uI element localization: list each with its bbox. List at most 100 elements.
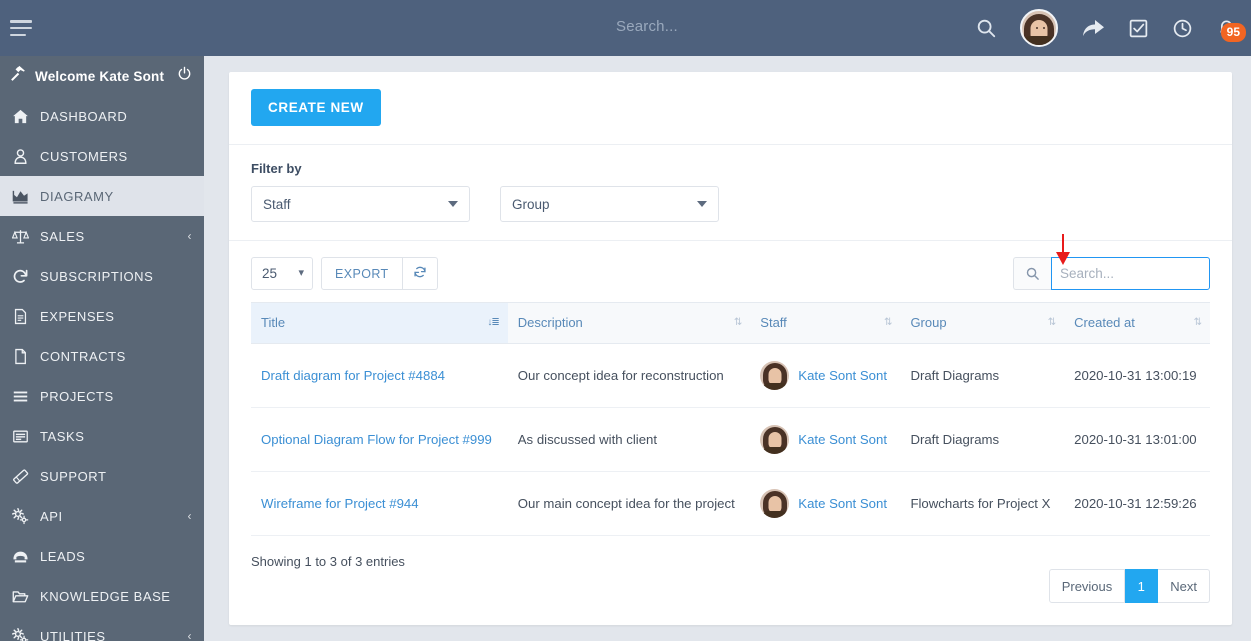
export-button-group: EXPORT: [321, 257, 438, 290]
chevron-left-icon: ‹: [187, 509, 192, 523]
table-body: Draft diagram for Project #4884 Our conce…: [251, 343, 1210, 536]
staff-filter-value: Staff: [263, 196, 291, 212]
diagram-title-link[interactable]: Optional Diagram Flow for Project #999: [261, 432, 492, 447]
table-search-input[interactable]: [1051, 257, 1210, 290]
sidebar-item-sales[interactable]: SALES ‹: [0, 216, 204, 256]
chevron-left-icon: ‹: [187, 629, 192, 641]
sidebar-item-subscriptions[interactable]: SUBSCRIPTIONS: [0, 256, 204, 296]
refresh-button[interactable]: [402, 257, 438, 290]
refresh-icon: [413, 265, 427, 282]
table-row: Draft diagram for Project #4884 Our conce…: [251, 343, 1210, 408]
chevron-down-icon: [697, 201, 707, 207]
sidebar-item-tasks[interactable]: TASKS: [0, 416, 204, 456]
staff-name-link[interactable]: Kate Sont Sont: [798, 368, 887, 383]
cell-description: Our main concept idea for the project: [507, 471, 751, 536]
sidebar-item-projects[interactable]: PROJECTS: [0, 376, 204, 416]
table-header-group[interactable]: Group ⇅: [900, 302, 1065, 344]
chevron-left-icon: ‹: [187, 229, 192, 243]
tasks-checkbox-icon[interactable]: [1128, 18, 1149, 39]
power-icon[interactable]: [177, 66, 192, 86]
cell-created-at: 2020-10-31 12:59:26: [1064, 471, 1210, 536]
sidebar-item-label: CONTRACTS: [40, 348, 126, 364]
sidebar-item-leads[interactable]: LEADS: [0, 536, 204, 576]
file-lines-icon: [9, 308, 31, 325]
sidebar-items-list: DASHBOARD CUSTOMERS DIAGRAMY SALES ‹ SUBSCRIP…: [0, 96, 204, 641]
cell-group: Draft Diagrams: [900, 407, 1065, 472]
group-filter-value: Group: [512, 196, 550, 212]
pagination-page-1[interactable]: 1: [1125, 569, 1159, 603]
sidebar-item-label: TASKS: [40, 428, 85, 444]
sidebar-item-contracts[interactable]: CONTRACTS: [0, 336, 204, 376]
table-header-staff[interactable]: Staff ⇅: [750, 302, 901, 344]
content-card: CREATE NEW Filter by Staff Group 25 ▾ EX…: [229, 72, 1232, 625]
annotation-arrow: [1056, 234, 1070, 265]
cell-created-at: 2020-10-31 13:01:00: [1064, 407, 1210, 472]
page-length-value: 25: [262, 266, 278, 281]
export-button[interactable]: EXPORT: [321, 257, 403, 290]
list-icon: [9, 428, 31, 445]
sidebar-item-label: DIAGRAMY: [40, 188, 114, 204]
table-search-group: [1013, 257, 1210, 290]
staff-filter-select[interactable]: Staff: [251, 186, 470, 222]
table-row: Optional Diagram Flow for Project #999 As…: [251, 407, 1210, 472]
staff-name-link[interactable]: Kate Sont Sont: [798, 496, 887, 511]
staff-name-link[interactable]: Kate Sont Sont: [798, 432, 887, 447]
notifications-bell[interactable]: 95: [1216, 17, 1246, 42]
search-icon[interactable]: [1013, 257, 1051, 290]
sidebar-item-label: DASHBOARD: [40, 108, 128, 124]
filter-controls-row: Staff Group: [251, 186, 1210, 222]
table-header-title[interactable]: Title ↓≣: [251, 302, 508, 344]
table-header-label: Created at: [1074, 315, 1135, 330]
cell-staff: Kate Sont Sont: [750, 471, 901, 536]
sidebar-item-label: UTILITIES: [40, 628, 106, 641]
sidebar-item-diagramy[interactable]: DIAGRAMY: [0, 176, 204, 216]
table-header-description[interactable]: Description ⇅: [507, 302, 751, 344]
sidebar-item-expenses[interactable]: EXPENSES: [0, 296, 204, 336]
sidebar-item-utilities[interactable]: UTILITIES ‹: [0, 616, 204, 641]
bars-icon: [9, 388, 31, 405]
sidebar-nav: Welcome Kate Sont DASHBOARD CUSTOMERS DIAG…: [0, 56, 204, 641]
filter-section: Filter by Staff Group: [229, 145, 1232, 241]
table-header-created-at[interactable]: Created at ⇅: [1064, 302, 1210, 344]
diagrams-table: Title ↓≣ Description ⇅ Staff ⇅ Group ⇅ Created a…: [251, 302, 1210, 536]
staff-avatar: [760, 425, 790, 454]
cell-title: Wireframe for Project #944: [251, 471, 508, 536]
card-header: CREATE NEW: [229, 72, 1232, 145]
create-new-button[interactable]: CREATE NEW: [251, 89, 381, 126]
page-length-select[interactable]: 25 ▾: [251, 257, 313, 290]
search-icon[interactable]: [975, 17, 997, 39]
sidebar-item-customers[interactable]: CUSTOMERS: [0, 136, 204, 176]
sidebar-item-support[interactable]: SUPPORT: [0, 456, 204, 496]
diagram-title-link[interactable]: Draft diagram for Project #4884: [261, 368, 445, 383]
pagination-next[interactable]: Next: [1158, 569, 1210, 603]
sort-indicator-icon: ↓≣: [487, 317, 499, 328]
hammer-icon: [9, 65, 26, 87]
cell-group: Draft Diagrams: [900, 343, 1065, 408]
gears-icon: [9, 507, 31, 525]
sidebar-item-label: SUPPORT: [40, 468, 107, 484]
share-icon[interactable]: [1081, 18, 1105, 38]
chevron-down-icon: ▾: [298, 267, 304, 279]
clock-icon[interactable]: [1172, 18, 1193, 39]
group-filter-select[interactable]: Group: [500, 186, 719, 222]
sidebar-item-label: EXPENSES: [40, 308, 115, 324]
diagram-title-link[interactable]: Wireframe for Project #944: [261, 496, 419, 511]
cell-staff: Kate Sont Sont: [750, 407, 901, 472]
sidebar-item-knowledge-base[interactable]: KNOWLEDGE BASE: [0, 576, 204, 616]
notification-count-badge: 95: [1220, 23, 1246, 42]
avatar[interactable]: [1020, 9, 1058, 47]
table-row: Wireframe for Project #944 Our main conce…: [251, 471, 1210, 536]
sidebar-item-dashboard[interactable]: DASHBOARD: [0, 96, 204, 136]
global-search-placeholder[interactable]: Search...: [616, 18, 678, 35]
cell-title: Optional Diagram Flow for Project #999: [251, 407, 508, 472]
sidebar-item-api[interactable]: API ‹: [0, 496, 204, 536]
pagination-previous[interactable]: Previous: [1048, 569, 1126, 603]
pagination: Previous 1 Next: [1048, 569, 1210, 603]
table-head: Title ↓≣ Description ⇅ Staff ⇅ Group ⇅ Created a…: [251, 302, 1210, 344]
table-section: 25 ▾ EXPORT Search... Title ↓≣ Descripti…: [229, 241, 1232, 625]
cell-created-at: 2020-10-31 13:00:19: [1064, 343, 1210, 408]
sidebar-item-label: SALES: [40, 228, 85, 244]
hamburger-menu-icon[interactable]: [10, 20, 32, 36]
table-footer: Showing 1 to 3 of 3 entries Previous 1 N…: [251, 554, 1210, 603]
sort-indicator-icon: ⇅: [884, 317, 892, 328]
